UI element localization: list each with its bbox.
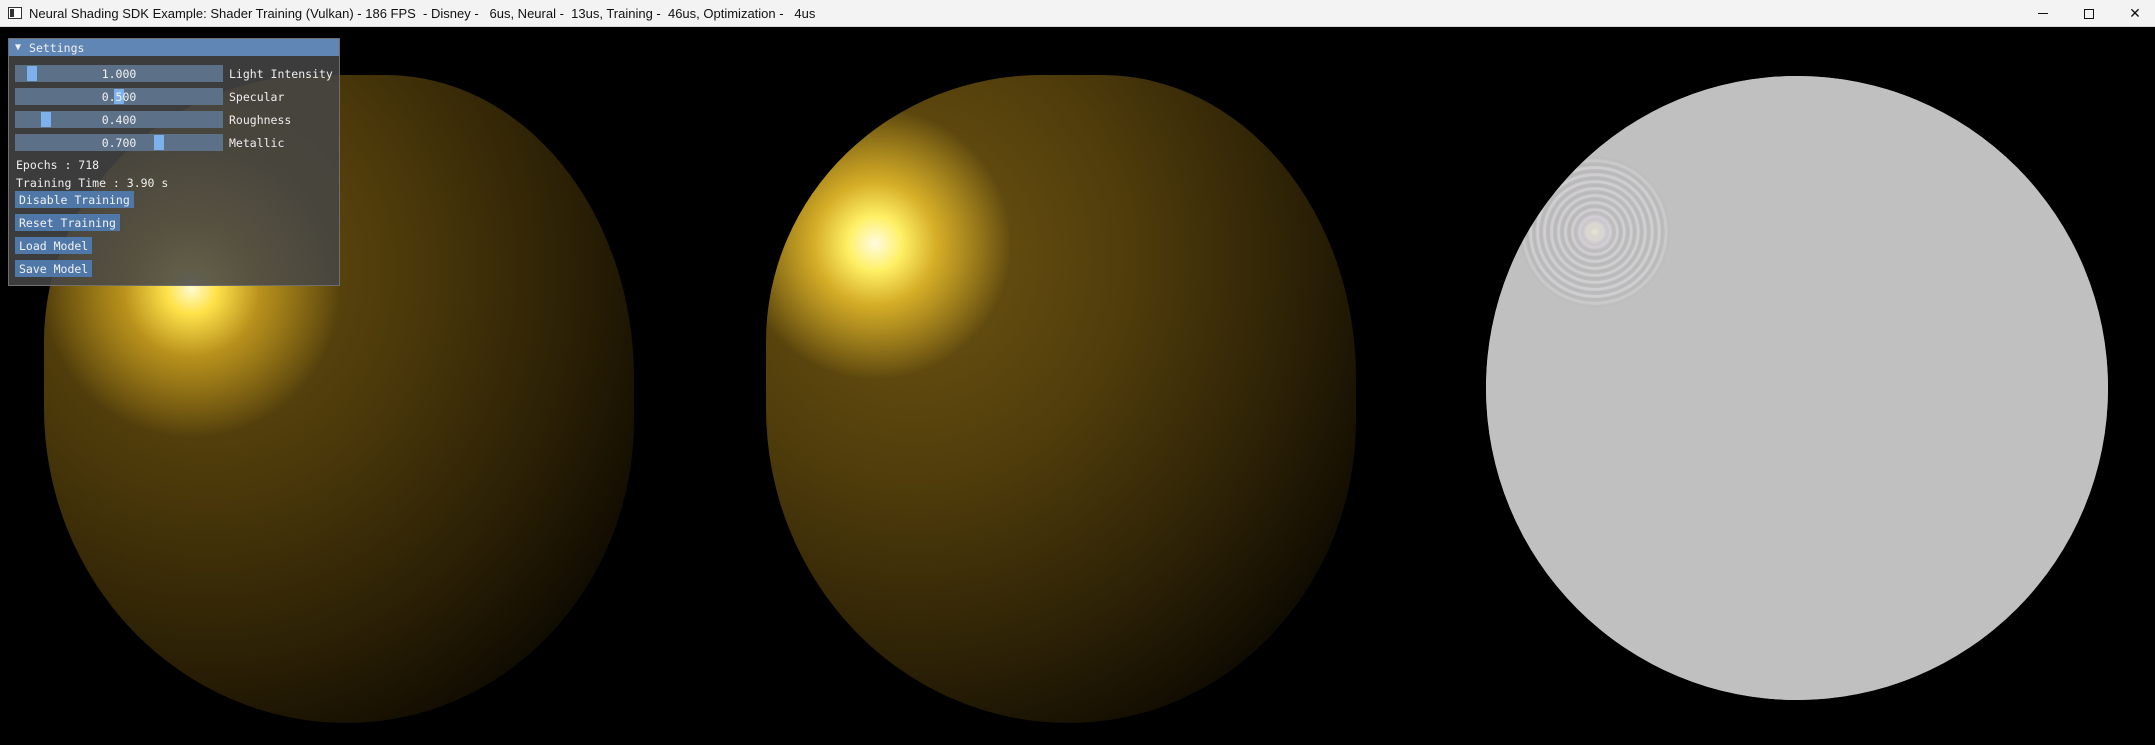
- slider-grab-handle[interactable]: [41, 112, 51, 127]
- slider-grab-handle[interactable]: [154, 135, 164, 150]
- reset-training-button[interactable]: Reset Training: [15, 214, 120, 231]
- training-time-text: Training Time : 3.90 s: [16, 176, 169, 190]
- slider-grab-handle[interactable]: [27, 66, 37, 81]
- slider-value: 0.700: [101, 135, 137, 150]
- roughness-row: 0.400 Roughness: [15, 111, 291, 128]
- specular-slider[interactable]: 0.500: [15, 88, 223, 105]
- settings-panel-title: Settings: [29, 40, 85, 55]
- settings-panel[interactable]: ▼ Settings 1.000 Light Intensity 0.500 S…: [8, 38, 340, 286]
- metallic-row: 0.700 Metallic: [15, 134, 284, 151]
- close-icon: ✕: [2129, 5, 2141, 21]
- slider-label: Specular: [229, 89, 285, 104]
- window-title: Neural Shading SDK Example: Shader Train…: [29, 5, 816, 21]
- load-model-button[interactable]: Load Model: [15, 237, 93, 254]
- specular-row: 0.500 Specular: [15, 88, 284, 105]
- maximize-icon: [2084, 8, 2094, 19]
- light-intensity-row: 1.000 Light Intensity: [15, 65, 333, 82]
- slider-value: 0.400: [101, 112, 137, 127]
- slider-value: 0.500: [101, 89, 137, 104]
- epochs-text: Epochs : 718: [16, 158, 100, 172]
- maximize-button[interactable]: [2066, 0, 2112, 27]
- roughness-slider[interactable]: 0.400: [15, 111, 223, 128]
- minimize-icon: [2038, 13, 2048, 14]
- app-icon: [8, 7, 22, 19]
- slider-label: Light Intensity: [229, 66, 333, 81]
- slider-value: 1.000: [101, 66, 137, 81]
- save-model-button[interactable]: Save Model: [15, 260, 93, 277]
- metallic-slider[interactable]: 0.700: [15, 134, 223, 151]
- sphere-neural: [766, 75, 1356, 723]
- collapse-arrow-icon[interactable]: ▼: [15, 42, 21, 53]
- disable-training-button[interactable]: Disable Training: [15, 191, 134, 208]
- title-bar: Neural Shading SDK Example: Shader Train…: [0, 0, 2155, 27]
- slider-label: Roughness: [229, 112, 292, 127]
- slider-label: Metallic: [229, 135, 285, 150]
- settings-panel-header[interactable]: ▼ Settings: [9, 39, 339, 56]
- light-intensity-slider[interactable]: 1.000: [15, 65, 223, 82]
- sphere-training-output: [1486, 76, 2108, 700]
- close-button[interactable]: ✕: [2112, 0, 2155, 27]
- minimize-button[interactable]: [2020, 0, 2066, 27]
